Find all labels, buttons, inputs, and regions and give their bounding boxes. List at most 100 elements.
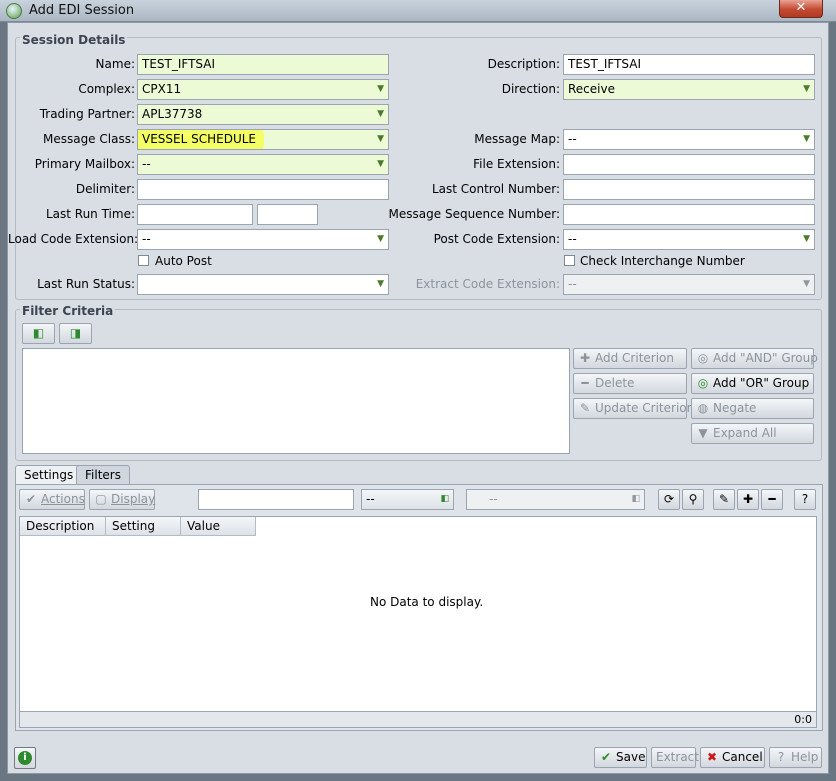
chevron-down-icon: ▼ [377,84,384,94]
auto-post-label: Auto Post [155,254,212,268]
info-button[interactable]: i [14,747,36,769]
column-header-description[interactable]: Description [20,517,106,536]
add-and-group-button[interactable]: ◎ Add "AND" Group [691,348,818,369]
check-interchange-number-checkbox[interactable] [564,255,575,266]
display-label: Display [111,492,156,506]
settings-filter-select-1[interactable]: -- ◧ [361,489,454,510]
link-icon: ◎ [697,376,709,390]
display-icon: ▢ [95,492,107,506]
settings-filter-2-value: -- [489,492,498,506]
last-run-status-select[interactable]: ▼ [137,274,389,295]
refresh-button[interactable]: ⟳ [658,489,680,510]
negate-button[interactable]: ◍ Negate [691,398,814,419]
file-extension-input[interactable] [563,154,815,175]
delimiter-input[interactable] [137,179,389,200]
complex-select[interactable]: CPX11 ▼ [137,79,389,100]
negate-icon: ◍ [697,401,709,415]
minus-icon: ━ [581,376,589,390]
settings-filter-select-2[interactable]: -- ◧ [466,489,645,510]
message-sequence-number-input[interactable] [563,204,815,225]
save-label: Save [616,750,646,764]
name-label: Name: [95,57,135,71]
pencil-icon: ✎ [579,401,591,415]
description-label: Description: [487,57,560,71]
extract-label: Extract [656,750,699,764]
help-button[interactable]: ? Help [769,747,822,768]
last-control-number-input[interactable] [563,179,815,200]
actions-label: Actions [41,492,85,506]
settings-grid[interactable]: Description Setting Value No Data to dis… [19,516,817,712]
display-button[interactable]: ▢ Display [89,489,155,510]
filter-criteria-title: Filter Criteria [20,304,116,318]
dropdown-icon: ◧ [440,494,449,504]
post-code-extension-value: -- [568,232,577,246]
message-class-value: VESSEL SCHEDULE [142,132,256,146]
primary-mailbox-value: -- [142,157,151,171]
remove-button[interactable]: ━ [761,489,783,510]
edit-button[interactable]: ✎ [713,489,735,510]
message-map-select[interactable]: -- ▼ [563,129,815,150]
load-code-extension-select[interactable]: -- ▼ [137,229,389,250]
expand-all-button[interactable]: ▼ Expand All [691,423,814,444]
filter-button[interactable]: ⚲ [682,489,704,510]
message-sequence-number-label: Message Sequence Number: [388,207,560,221]
complex-label: Complex: [78,82,135,96]
extract-code-extension-select[interactable]: -- ▼ [563,274,815,295]
expand-tree-button[interactable]: ◨ [59,323,92,344]
title-bar: Add EDI Session ✕ [0,0,836,22]
info-icon: i [18,751,32,765]
complex-value: CPX11 [142,82,182,96]
close-button[interactable]: ✕ [779,0,823,18]
last-run-time-input[interactable] [257,204,318,225]
add-criterion-label: Add Criterion [595,351,674,365]
extract-button[interactable]: Extract [651,747,699,768]
direction-select[interactable]: Receive ▼ [563,79,815,100]
delimiter-label: Delimiter: [75,182,135,196]
chevron-down-icon: ▼ [377,279,384,289]
column-header-value[interactable]: Value [181,517,256,536]
settings-search-input[interactable] [198,489,354,510]
primary-mailbox-select[interactable]: -- ▼ [137,154,389,175]
last-run-time-label: Last Run Time: [45,207,135,221]
help-icon: ? [777,750,785,764]
primary-mailbox-label: Primary Mailbox: [34,157,135,171]
description-input[interactable]: TEST_IFTSAI [563,54,815,75]
settings-help-button[interactable]: ? [794,489,816,510]
filter-criteria-tree[interactable] [22,348,570,454]
add-criterion-button[interactable]: ✚ Add Criterion [573,348,687,369]
settings-filter-1-value: -- [366,492,375,506]
post-code-extension-select[interactable]: -- ▼ [563,229,815,250]
update-criterion-label: Update Criterion [595,401,695,415]
message-class-select[interactable]: VESSEL SCHEDULE ▼ [137,129,389,150]
save-button[interactable]: ✔ Save [594,747,647,768]
tab-settings[interactable]: Settings [15,465,83,485]
last-run-status-label: Last Run Status: [37,277,135,291]
app-icon [6,3,22,19]
trading-partner-select[interactable]: APL37738 ▼ [137,104,389,125]
add-button[interactable]: ✚ [737,489,759,510]
check-icon: ✔ [600,750,612,764]
direction-value: Receive [568,82,615,96]
refresh-icon: ⟳ [663,492,675,506]
direction-label: Direction: [501,82,560,96]
name-input[interactable]: TEST_IFTSAI [137,54,389,75]
collapse-tree-button[interactable]: ◧ [22,323,55,344]
funnel-icon: ⚲ [688,492,698,506]
update-criterion-button[interactable]: ✎ Update Criterion [573,398,694,419]
actions-button[interactable]: ✔ Actions [19,489,85,510]
load-code-extension-value: -- [142,232,151,246]
cancel-button[interactable]: ✖ Cancel [700,747,765,768]
chevron-down-icon: ▼ [377,159,384,169]
tab-filters[interactable]: Filters [76,465,130,485]
check-icon: ✔ [25,492,37,506]
chevron-down-icon: ▼ [803,84,810,94]
last-run-date-input[interactable] [137,204,253,225]
delete-label: Delete [595,376,635,390]
delete-criterion-button[interactable]: ━ Delete [573,373,687,394]
auto-post-checkbox[interactable] [138,255,149,266]
add-or-group-button[interactable]: ◎ Add "OR" Group [691,373,814,394]
extract-code-extension-value: -- [568,277,577,291]
column-header-setting[interactable]: Setting [106,517,181,536]
file-extension-label: File Extension: [473,157,560,171]
chevron-down-icon: ▼ [803,234,810,244]
